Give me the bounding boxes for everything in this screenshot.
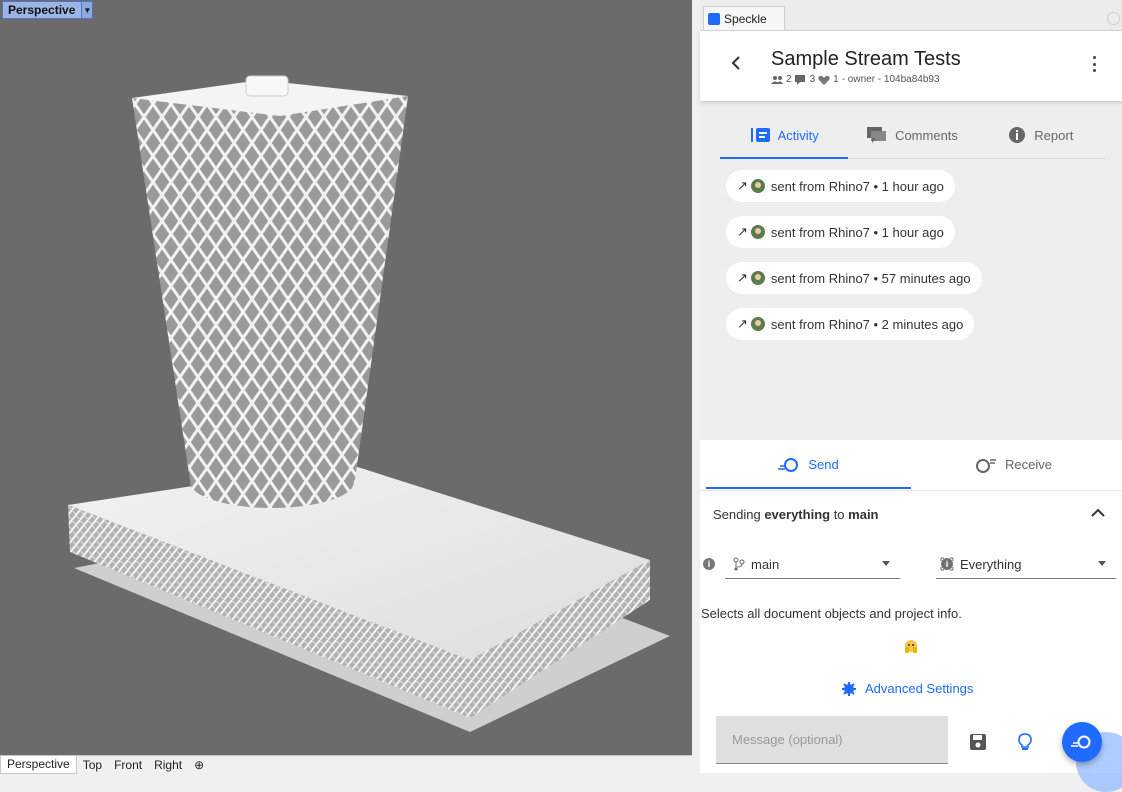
stream-owner-id: - owner - 104ba84b93 <box>841 74 940 85</box>
heart-icon <box>818 75 830 85</box>
activity-text: sent from Rhino7 • 57 minutes ago <box>770 270 971 286</box>
dropdown-arrow-icon <box>1098 561 1106 566</box>
model-render <box>68 75 670 732</box>
activity-text: sent from Rhino7 • 1 hour ago <box>770 224 944 240</box>
activity-item[interactable]: ↗ sent from Rhino7 • 2 minutes ago <box>726 308 975 340</box>
speckle-panel: Speckle Sample Stream Tests 2 3 1 - owne… <box>700 0 1122 792</box>
message-placeholder: Message (optional) <box>732 732 843 747</box>
comments-count: 3 <box>809 74 816 85</box>
activity-item[interactable]: ↗ sent from Rhino7 • 1 hour ago <box>726 170 955 202</box>
back-arrow-icon[interactable] <box>728 55 744 71</box>
speckle-tab[interactable]: Speckle <box>703 6 785 30</box>
receive-icon <box>976 458 997 473</box>
activity-icon <box>750 128 770 142</box>
tab-comments[interactable]: Comments <box>848 112 976 158</box>
arrow-up-right-icon: ↗ <box>737 270 748 285</box>
avatar <box>750 317 765 331</box>
hugging-emoji-icon <box>905 640 917 653</box>
stream-meta: 2 3 1 - owner - 104ba84b93 <box>771 74 940 85</box>
filter-everything-icon <box>940 557 954 571</box>
tab-top[interactable]: Top <box>77 757 108 774</box>
tab-activity[interactable]: Activity <box>720 112 849 159</box>
filter-select[interactable]: Everything <box>936 550 1116 579</box>
speckle-tab-label: Speckle <box>724 11 767 26</box>
stream-tabs: Activity Comments Report <box>720 112 1105 159</box>
activity-item[interactable]: ↗ sent from Rhino7 • 57 minutes ago <box>726 262 982 294</box>
send-section: Send Receive Sending everything to main … <box>700 440 1122 792</box>
chevron-up-icon[interactable] <box>1091 508 1105 517</box>
branch-select-value: main <box>751 556 780 572</box>
save-icon[interactable] <box>970 734 986 750</box>
tab-right[interactable]: Right <box>148 757 188 774</box>
tab-send-label: Send <box>808 457 839 472</box>
favorites-count: 1 <box>833 74 839 85</box>
branch-icon <box>733 557 745 571</box>
arrow-up-right-icon: ↗ <box>737 224 748 239</box>
branch-select[interactable]: main <box>725 550 900 579</box>
rhino-viewport[interactable]: Perspective ▼ <box>0 0 692 755</box>
avatar <box>750 225 765 239</box>
activity-text: sent from Rhino7 • 2 minutes ago <box>770 316 964 332</box>
info-icon <box>1009 127 1026 143</box>
tab-send[interactable]: Send <box>706 440 911 489</box>
tab-comments-label: Comments <box>895 127 958 143</box>
sending-summary[interactable]: Sending everything to main <box>700 490 1122 537</box>
gear-icon[interactable] <box>1107 12 1120 25</box>
send-icon <box>1071 735 1091 749</box>
stream-title: Sample Stream Tests <box>771 48 961 70</box>
speckle-logo-icon <box>708 12 720 25</box>
tab-receive-label: Receive <box>1005 457 1052 472</box>
gear-icon <box>842 681 856 696</box>
avatar <box>750 179 765 193</box>
dropdown-arrow-icon <box>882 561 890 566</box>
comments-tab-icon <box>867 127 887 143</box>
activity-text: sent from Rhino7 • 1 hour ago <box>770 178 944 194</box>
avatar <box>750 271 765 285</box>
lightbulb-icon[interactable] <box>1018 733 1032 751</box>
sending-text: Sending everything to main <box>713 507 879 522</box>
add-viewport-icon[interactable]: ⊕ <box>188 757 210 774</box>
tab-receive[interactable]: Receive <box>911 440 1116 489</box>
panel-splitter[interactable] <box>692 0 700 773</box>
send-receive-tabs: Send Receive <box>706 440 1116 489</box>
tab-report-label: Report <box>1034 127 1074 143</box>
info-icon[interactable]: i <box>703 558 715 570</box>
message-input[interactable]: Message (optional) <box>716 716 948 764</box>
viewport-tabs: Perspective Top Front Right ⊕ <box>0 755 700 774</box>
more-options-icon[interactable] <box>1091 56 1097 72</box>
advanced-settings-label: Advanced Settings <box>865 681 974 696</box>
arrow-up-right-icon: ↗ <box>737 178 748 193</box>
filter-description: Selects all document objects and project… <box>701 606 962 621</box>
tab-perspective[interactable]: Perspective <box>0 756 77 774</box>
arrow-up-right-icon: ↗ <box>737 316 748 331</box>
tab-front[interactable]: Front <box>108 757 148 774</box>
chevron-down-icon[interactable]: ▼ <box>81 2 93 18</box>
activity-item[interactable]: ↗ sent from Rhino7 • 1 hour ago <box>726 216 955 248</box>
tab-activity-label: Activity <box>777 127 819 143</box>
comments-icon <box>794 74 805 85</box>
panel-tabbar: Speckle <box>700 0 1122 31</box>
viewport-title[interactable]: Perspective ▼ <box>2 1 94 19</box>
advanced-settings-button[interactable]: Advanced Settings <box>842 681 973 696</box>
collaborators-icon <box>771 76 783 84</box>
viewport-title-text: Perspective <box>8 3 76 17</box>
stream-header: Sample Stream Tests 2 3 1 - owner - 104b… <box>700 31 1122 101</box>
send-icon <box>778 457 799 472</box>
send-button[interactable] <box>1062 722 1102 762</box>
tab-report[interactable]: Report <box>977 112 1105 158</box>
filter-select-value: Everything <box>960 556 1022 572</box>
collaborators-count: 2 <box>786 74 792 85</box>
